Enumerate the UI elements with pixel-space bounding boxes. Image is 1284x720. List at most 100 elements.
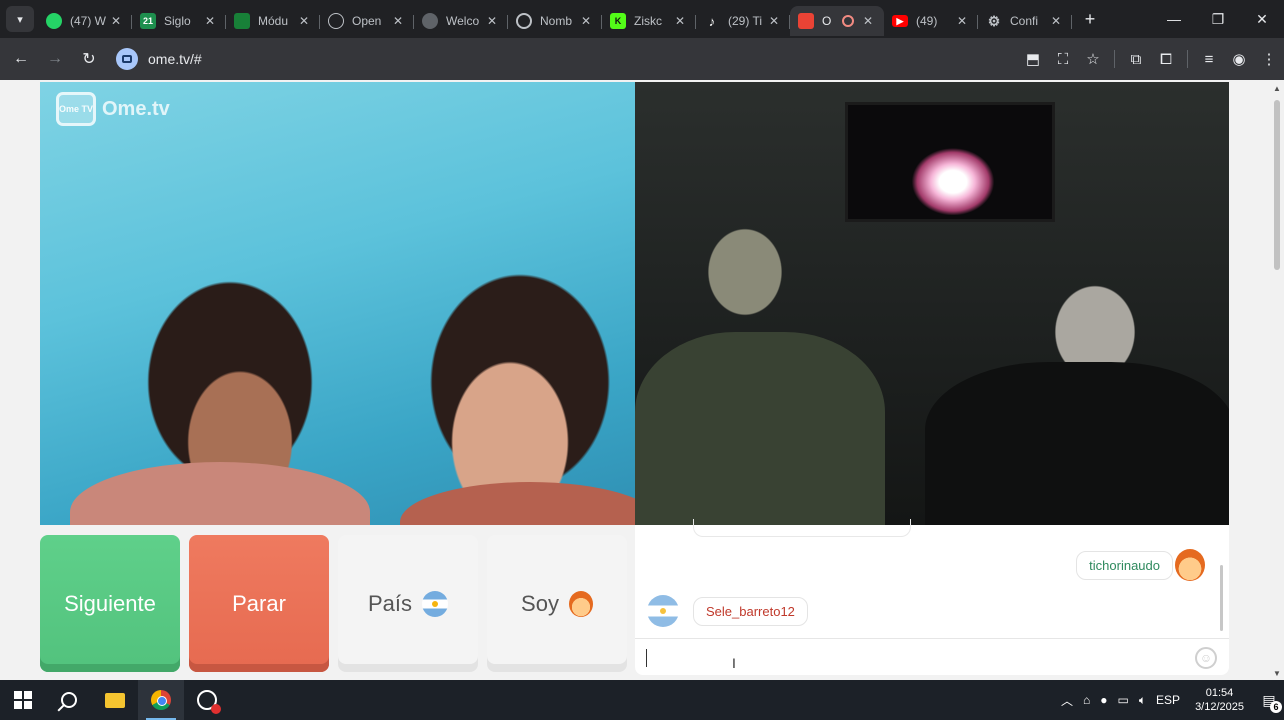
volume-icon[interactable]: 🔈︎ bbox=[1139, 693, 1146, 708]
stop-label: Parar bbox=[232, 590, 286, 616]
close-tab-icon[interactable]: ✕ bbox=[484, 14, 500, 28]
video-figure bbox=[70, 462, 370, 525]
boy-emoji-icon bbox=[1175, 549, 1205, 581]
tab-nombre[interactable]: Nomb ✕ bbox=[508, 6, 602, 36]
close-tab-icon[interactable]: ✕ bbox=[390, 14, 406, 28]
next-label: Siguiente bbox=[64, 590, 156, 616]
recorder-button[interactable] bbox=[184, 680, 230, 720]
tab-list: (47) W ✕ 21 Siglo ✕ Módu ✕ Open ✕ Welco ✕ Nomb… bbox=[38, 0, 1072, 38]
minimize-icon[interactable]: — bbox=[1152, 11, 1196, 28]
forward-arrow-icon[interactable]: → bbox=[38, 50, 72, 68]
close-window-icon[interactable]: ✕ bbox=[1240, 11, 1284, 28]
start-button[interactable] bbox=[0, 680, 46, 720]
tab-welcome[interactable]: Welco ✕ bbox=[414, 6, 508, 36]
close-tab-icon[interactable]: ✕ bbox=[860, 14, 876, 28]
country-button[interactable]: País bbox=[338, 535, 478, 672]
maximize-icon[interactable]: ❐ bbox=[1196, 11, 1240, 28]
openai-icon bbox=[328, 13, 344, 29]
gender-button[interactable]: Soy bbox=[487, 535, 627, 672]
site-info-icon[interactable] bbox=[116, 48, 138, 70]
close-tab-icon[interactable]: ✕ bbox=[202, 14, 218, 28]
extension-icon[interactable]: ⧉ bbox=[1121, 51, 1151, 68]
tab-strip: ▾ (47) W ✕ 21 Siglo ✕ Módu ✕ Open ✕ Welco ✕ No… bbox=[0, 0, 1284, 38]
close-tab-icon[interactable]: ✕ bbox=[954, 14, 970, 28]
tv-logo-icon: Ome TV bbox=[56, 92, 96, 126]
toolbar-actions: ⬒ ⛶ ☆ ⧉ ⧠ ≡ ◉ ⋮ bbox=[1018, 50, 1284, 68]
next-button[interactable]: Siguiente bbox=[40, 535, 180, 672]
scroll-up-icon[interactable]: ▲ bbox=[1273, 84, 1281, 93]
tab-kick[interactable]: K Ziskc ✕ bbox=[602, 6, 696, 36]
extensions-puzzle-icon[interactable]: ⧠ bbox=[1151, 51, 1181, 68]
country-label: País bbox=[367, 590, 413, 616]
close-tab-icon[interactable]: ✕ bbox=[1048, 14, 1064, 28]
youtube-icon: ▶ bbox=[892, 15, 908, 27]
notification-center-button[interactable]: ▤ 6 bbox=[1254, 692, 1284, 713]
chrome-button[interactable] bbox=[138, 680, 184, 720]
network-icon[interactable]: ▭ bbox=[1118, 693, 1129, 707]
page-scrollbar[interactable]: ▲ ▼ bbox=[1270, 80, 1284, 680]
tab-openai[interactable]: Open ✕ bbox=[320, 6, 414, 36]
scroll-down-icon[interactable]: ▼ bbox=[1273, 669, 1281, 678]
tab-search-button[interactable]: ▾ bbox=[6, 6, 34, 32]
tv-screen bbox=[845, 102, 1055, 222]
browser-toolbar: ← → ↻ ome.tv/# ⬒ ⛶ ☆ ⧉ ⧠ ≡ ◉ ⋮ bbox=[0, 38, 1284, 80]
clock[interactable]: 01:54 3/12/2025 bbox=[1195, 686, 1244, 714]
siglo21-icon: 21 bbox=[140, 13, 156, 29]
bookmark-star-icon[interactable]: ☆ bbox=[1078, 50, 1108, 68]
openai-icon bbox=[516, 13, 532, 29]
stop-button[interactable]: Parar bbox=[189, 535, 329, 672]
reload-icon[interactable]: ↻ bbox=[72, 49, 106, 69]
tab-tiktok[interactable]: ♪ (29) Ti ✕ bbox=[696, 6, 790, 36]
close-tab-icon[interactable]: ✕ bbox=[108, 14, 124, 28]
gear-icon: ⚙ bbox=[987, 12, 1001, 29]
language-indicator[interactable]: ESP bbox=[1156, 693, 1180, 707]
new-tab-button[interactable]: + bbox=[1076, 9, 1104, 30]
previous-message-bubble bbox=[693, 519, 911, 537]
fireplace-image bbox=[888, 120, 1018, 215]
close-tab-icon[interactable]: ✕ bbox=[578, 14, 594, 28]
window-controls: — ❐ ✕ bbox=[1152, 11, 1284, 28]
tab-whatsapp[interactable]: (47) W ✕ bbox=[38, 6, 132, 36]
self-video bbox=[635, 82, 1229, 525]
camera-icon[interactable]: ⌂ bbox=[1083, 693, 1090, 707]
translate-icon[interactable]: ⛶ bbox=[1048, 51, 1078, 68]
tab-youtube[interactable]: ▶ (49) ✕ bbox=[884, 6, 978, 36]
chat-scrollbar[interactable] bbox=[1220, 565, 1223, 631]
back-arrow-icon[interactable]: ← bbox=[4, 50, 38, 68]
argentina-flag-icon bbox=[422, 590, 449, 617]
close-tab-icon[interactable]: ✕ bbox=[672, 14, 688, 28]
scrollbar-thumb[interactable] bbox=[1274, 100, 1280, 270]
chat-divider bbox=[635, 638, 1229, 639]
chat-message-partner: Sele_barreto12 bbox=[693, 597, 808, 626]
media-control-icon[interactable]: ≡ bbox=[1194, 51, 1224, 68]
url-text[interactable]: ome.tv/# bbox=[148, 51, 202, 67]
emoji-picker-icon[interactable]: ☺ bbox=[1195, 647, 1217, 669]
close-tab-icon[interactable]: ✕ bbox=[766, 14, 782, 28]
toolbar-divider bbox=[1114, 50, 1115, 68]
close-tab-icon[interactable]: ✕ bbox=[296, 14, 312, 28]
tab-ometv[interactable]: O ✕ bbox=[790, 6, 884, 36]
logo-text: Ome.tv bbox=[102, 97, 170, 120]
address-bar[interactable]: ome.tv/# bbox=[116, 44, 202, 74]
search-button[interactable] bbox=[46, 680, 92, 720]
chat-message-self: tichorinaudo bbox=[1076, 551, 1173, 580]
video-figure bbox=[925, 362, 1229, 525]
chat-message-input[interactable] bbox=[645, 645, 1185, 671]
chevron-up-icon[interactable]: ︿ bbox=[1061, 692, 1073, 709]
folder-icon bbox=[105, 692, 125, 708]
microphone-icon[interactable]: ● bbox=[1100, 693, 1107, 707]
tab-settings[interactable]: ⚙ Confi ✕ bbox=[978, 6, 1072, 36]
kebab-menu-icon[interactable]: ⋮ bbox=[1254, 50, 1284, 68]
chrome-icon bbox=[151, 690, 171, 710]
system-tray: ︿ ⌂ ● ▭ 🔈︎ ESP 01:54 3/12/2025 ▤ 6 bbox=[1056, 686, 1284, 714]
partner-video: Ome TV Ome.tv bbox=[40, 82, 635, 525]
file-explorer-button[interactable] bbox=[92, 680, 138, 720]
tab-siglo[interactable]: 21 Siglo ✕ bbox=[132, 6, 226, 36]
taskbar: ︿ ⌂ ● ▭ 🔈︎ ESP 01:54 3/12/2025 ▤ 6 bbox=[0, 680, 1284, 720]
boy-emoji-icon bbox=[568, 590, 593, 617]
install-app-icon[interactable]: ⬒ bbox=[1018, 50, 1048, 68]
tab-modulo[interactable]: Módu ✕ bbox=[226, 6, 320, 36]
profile-icon[interactable]: ◉ bbox=[1224, 50, 1254, 68]
video-figure bbox=[400, 482, 635, 525]
ometv-icon bbox=[798, 13, 814, 29]
